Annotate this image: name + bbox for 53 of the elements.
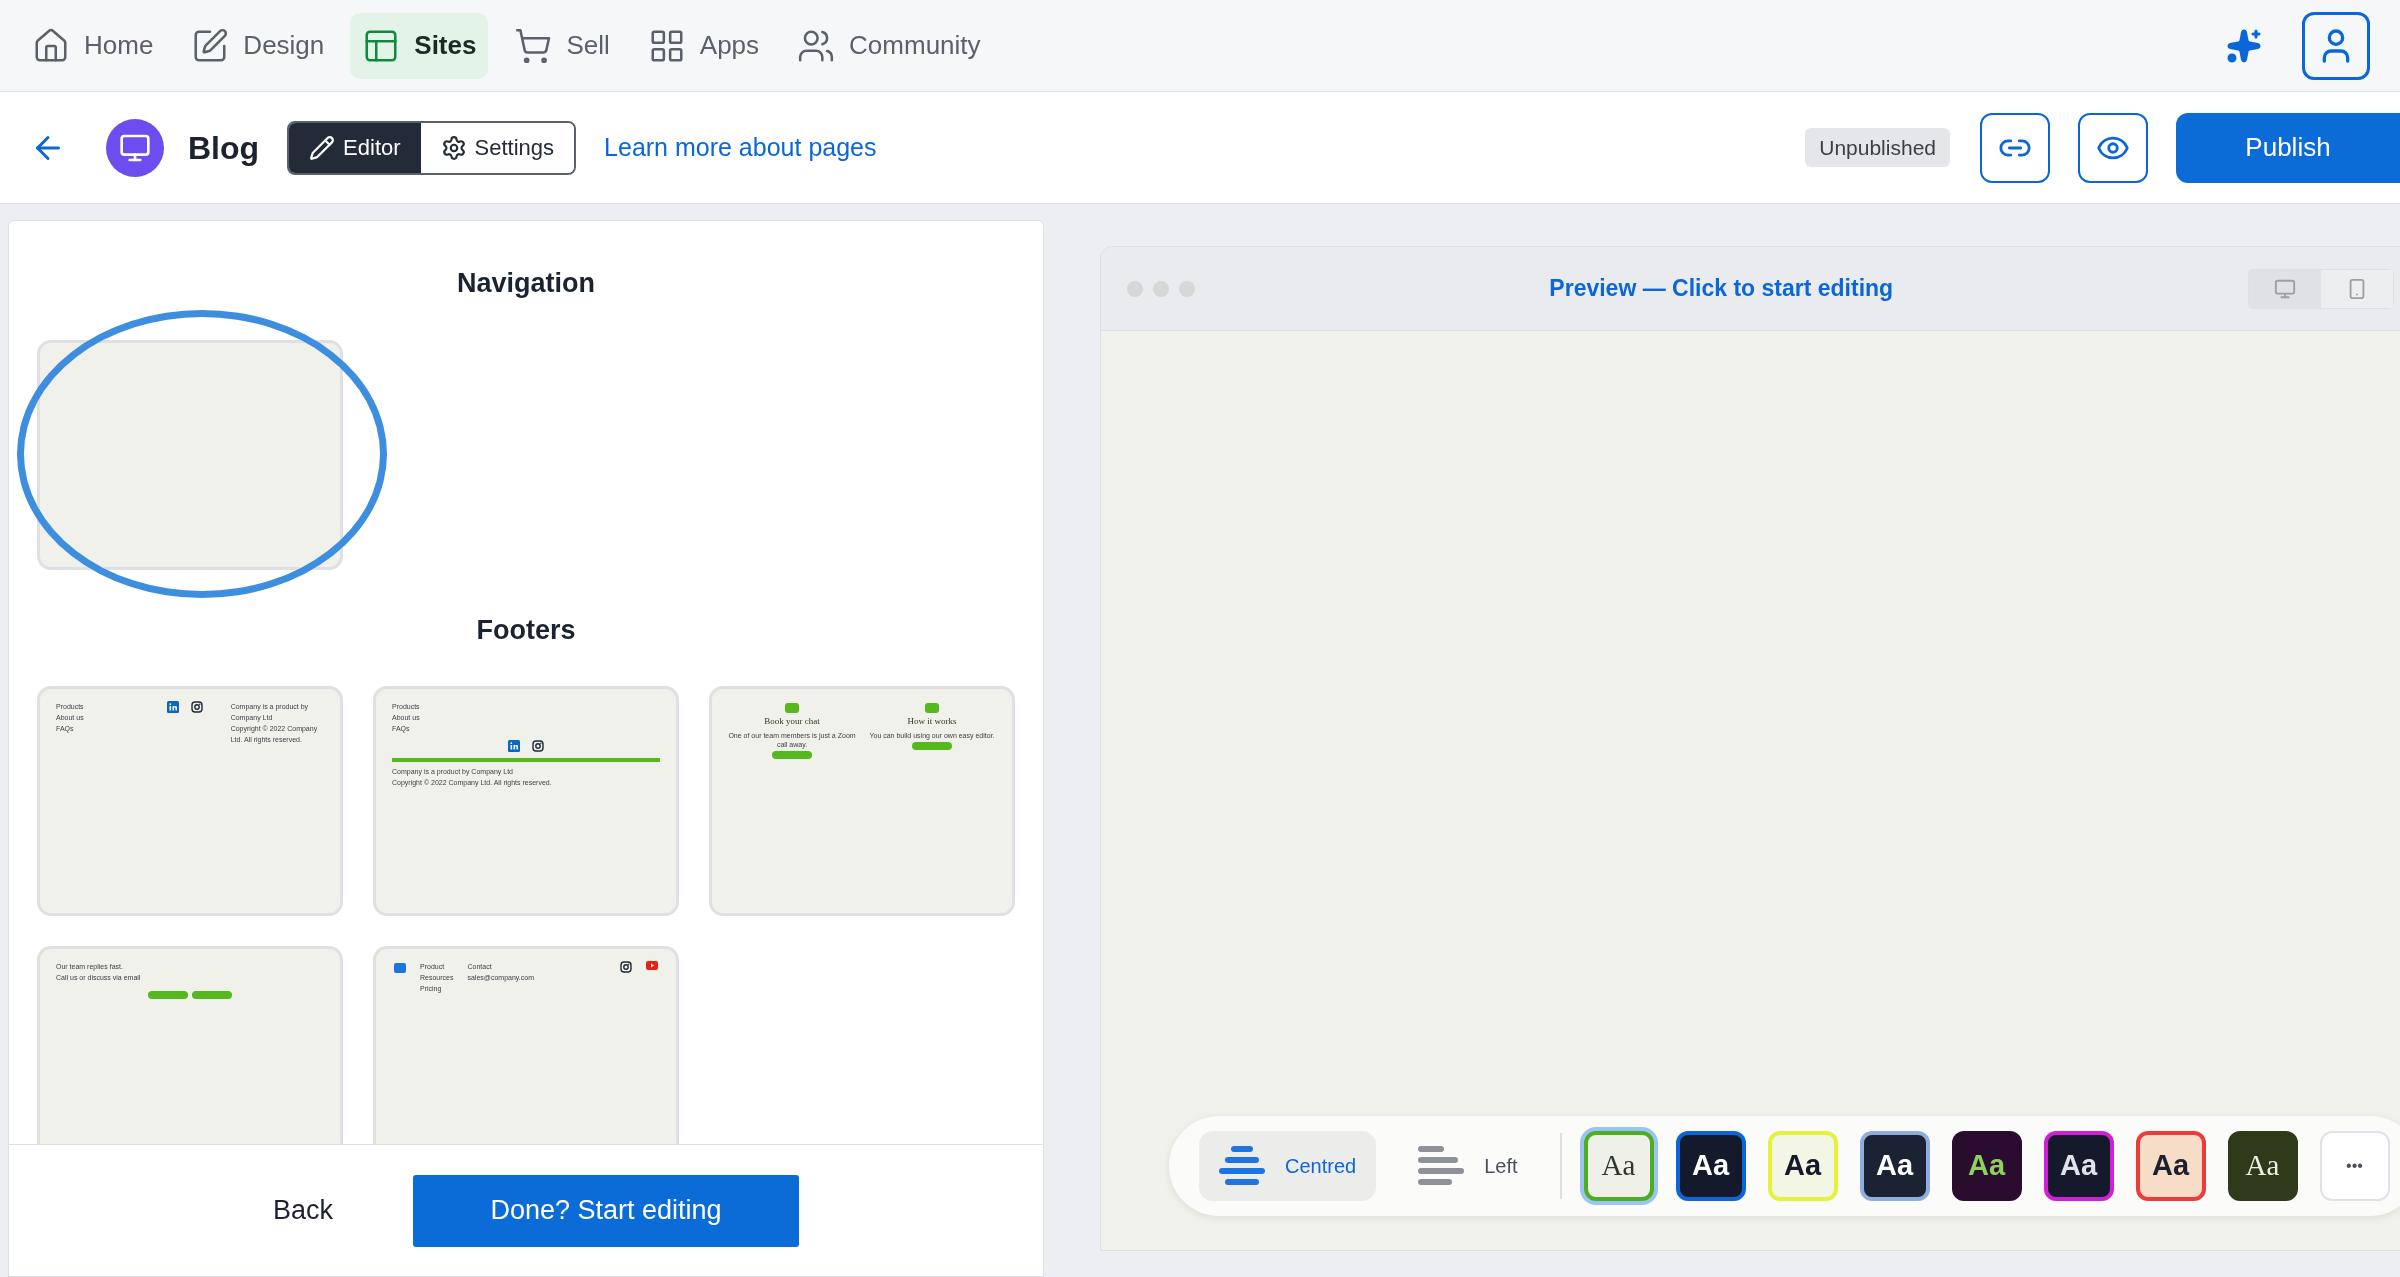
column-title: How it works — [907, 715, 957, 728]
preview-header[interactable]: Preview — Click to start editing — [1101, 247, 2400, 331]
theme-swatch[interactable]: Aa — [2227, 1131, 2298, 1201]
status-badge: Unpublished — [1805, 127, 1950, 168]
video-icon — [646, 961, 658, 970]
instagram-icon — [620, 961, 632, 973]
theme-swatch[interactable]: Aa — [1675, 1131, 1746, 1201]
template-thumbnail[interactable] — [37, 339, 343, 570]
nav-tab[interactable]: Community — [785, 12, 993, 79]
section-heading: Footers — [476, 613, 576, 647]
publish-button[interactable]: Publish — [2176, 112, 2400, 183]
start-editing-button[interactable]: Done? Start editing — [413, 1174, 799, 1247]
theme-swatch[interactable]: Aa — [1951, 1131, 2022, 1201]
instagram-icon — [190, 701, 203, 713]
linkedin-icon — [166, 701, 179, 713]
linkedin-icon — [508, 740, 520, 752]
pill-button — [912, 741, 952, 750]
theme-swatch[interactable]: Aa — [2043, 1131, 2114, 1201]
alignment-option[interactable]: Centred — [1199, 1131, 1377, 1201]
device-toggle[interactable] — [2248, 269, 2321, 308]
pill-button — [192, 991, 232, 999]
link-button[interactable] — [1980, 112, 2050, 183]
theme-swatch[interactable]: Aa — [1767, 1131, 1838, 1201]
mode-tab[interactable]: Editor — [289, 122, 421, 173]
desktop-icon — [2273, 277, 2296, 300]
nav-tab[interactable]: Home — [20, 12, 166, 79]
alignment-option[interactable]: Left — [1398, 1131, 1538, 1201]
preview-title: Preview — Click to start editing — [1548, 274, 1895, 304]
account-button[interactable] — [2302, 11, 2370, 80]
pencil-icon — [309, 134, 336, 161]
nav-tab[interactable]: Sell — [502, 12, 622, 79]
back-button[interactable]: Back — [253, 1174, 353, 1247]
theme-swatch[interactable]: Aa — [1859, 1131, 1930, 1201]
align-left-icon — [1418, 1144, 1465, 1188]
nav-tab[interactable]: Design — [179, 12, 337, 79]
pill-button — [772, 750, 812, 759]
column-title: Book your chat — [764, 715, 820, 728]
gear-icon — [440, 134, 467, 161]
align-center-icon — [1219, 1144, 1265, 1188]
house-icon — [32, 26, 70, 65]
pill-button — [148, 991, 188, 999]
nav-tab[interactable]: Apps — [635, 12, 772, 79]
help-link[interactable]: Learn more about pages — [604, 128, 877, 167]
section-heading: Navigation — [457, 267, 595, 300]
nav-tab[interactable]: Sites — [350, 12, 489, 79]
instagram-icon — [532, 740, 544, 752]
theme-swatch[interactable]: Aa — [2135, 1131, 2206, 1201]
sparkle-icon[interactable] — [2226, 27, 2262, 64]
cart-icon — [514, 26, 553, 65]
preview-button[interactable] — [2078, 112, 2148, 183]
page-title: Blog — [188, 128, 260, 168]
pen-square-icon — [191, 26, 230, 65]
more-button[interactable]: ••• — [2319, 1131, 2390, 1201]
